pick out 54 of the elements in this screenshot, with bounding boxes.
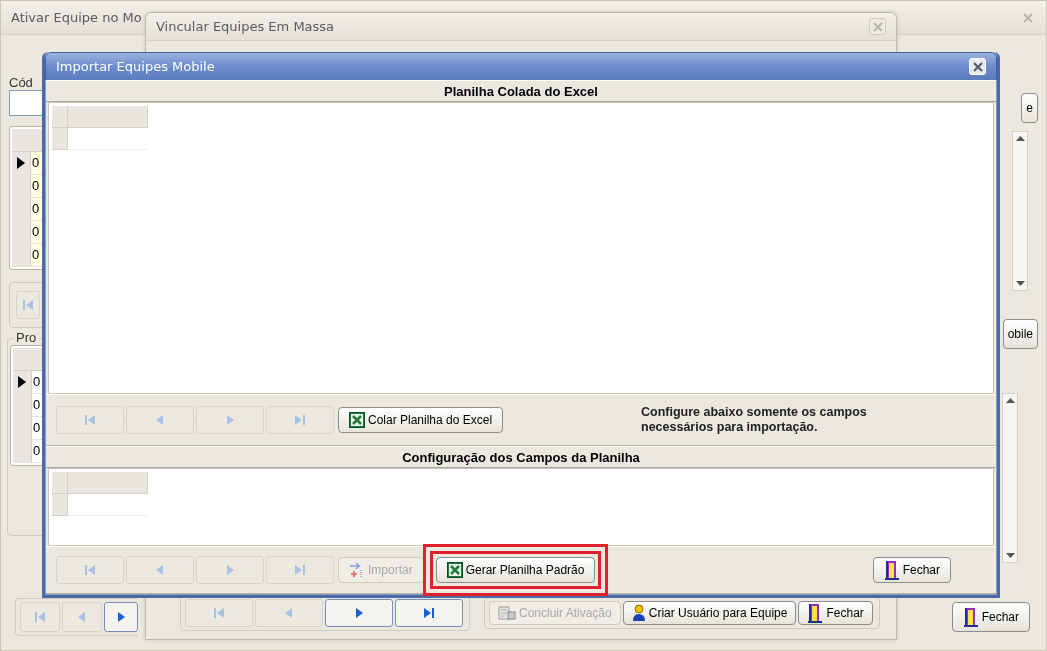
table-cell: 0	[31, 198, 42, 220]
skip-arrow-icon	[422, 606, 436, 620]
row-indicator[interactable]	[12, 152, 31, 174]
template-button[interactable]: Gerar Planilha Padrão	[435, 557, 596, 583]
door-icon	[807, 603, 824, 623]
user-icon	[631, 604, 646, 622]
skip-arrow-icon	[33, 610, 47, 624]
table-cell: 0	[31, 244, 42, 266]
window-title: Importar Equipes Mobile	[56, 59, 215, 74]
scrollbar[interactable]	[1012, 131, 1028, 291]
close-button[interactable]: Fechar	[951, 602, 1030, 632]
action-button[interactable]: e	[1021, 93, 1038, 123]
window-title: Ativar Equipe no Mo	[11, 10, 142, 25]
door-icon	[962, 607, 979, 627]
group-label: Pro	[14, 330, 39, 345]
paste-button[interactable]: Colar Planilha do Excel	[338, 407, 504, 433]
table-cell: 0	[31, 221, 42, 243]
skip-arrow-icon	[83, 563, 97, 577]
row-pointer-icon	[17, 157, 25, 169]
section-title: Configuração dos Campos da Planilha	[46, 446, 996, 468]
skip-arrow-icon	[83, 413, 97, 427]
nav-button[interactable]	[395, 599, 463, 627]
scrollbar[interactable]	[1002, 393, 1018, 563]
scroll-down-icon[interactable]	[1015, 281, 1025, 286]
import-arrows-icon	[349, 562, 365, 578]
table-cell: 0	[31, 152, 42, 174]
table-cell-text: 0	[32, 373, 42, 391]
nav-button[interactable]	[325, 599, 393, 627]
scroll-up-icon[interactable]	[1005, 398, 1015, 403]
spreadsheet-icon	[446, 562, 463, 578]
table-cell: 0	[31, 175, 42, 197]
field-label: Cód	[9, 75, 34, 90]
hint-text: Configure abaixo somente os campos necessários para importação.	[641, 405, 868, 435]
scroll-up-icon[interactable]	[1015, 136, 1025, 141]
action-button[interactable]: Criar Usuário para Equipe	[622, 601, 797, 625]
close-button[interactable]: Fechar	[872, 557, 951, 583]
spreadsheet-icon	[349, 412, 365, 428]
action-button[interactable]: obile	[1002, 319, 1038, 349]
skip-arrow-icon	[293, 413, 307, 427]
skip-arrow-icon	[293, 563, 307, 577]
window-title: Vincular Equipes Em Massa	[156, 19, 335, 34]
table-cell-text: 0	[32, 442, 42, 460]
door-icon	[883, 560, 900, 580]
action-button[interactable]: Fechar	[798, 601, 873, 625]
skip-arrow-icon	[21, 298, 35, 312]
skip-arrow-icon	[212, 606, 226, 620]
section-title: Planilha Colada do Excel	[46, 80, 996, 102]
row-indicator[interactable]	[13, 371, 32, 393]
document-icon	[498, 605, 516, 621]
table-cell-text: 0	[32, 419, 42, 437]
nav-button[interactable]	[104, 602, 138, 632]
scroll-down-icon[interactable]	[1005, 553, 1015, 558]
row-pointer-icon	[18, 376, 26, 388]
table-cell-text: 0	[32, 396, 42, 414]
